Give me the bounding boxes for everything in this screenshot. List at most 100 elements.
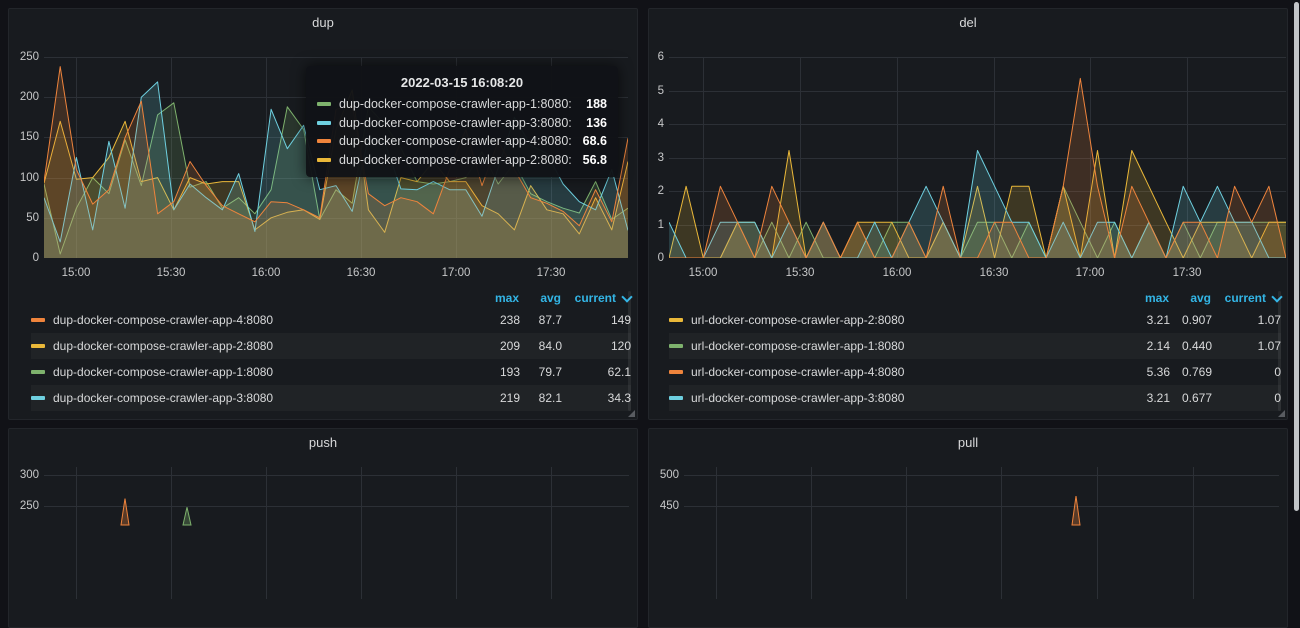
- legend-scrollbar[interactable]: [628, 291, 631, 411]
- y-axis-label: 4: [657, 118, 664, 130]
- x-axis-label: 17:30: [536, 267, 566, 279]
- y-axis-label: 250: [19, 51, 39, 63]
- legend-sort-avg[interactable]: avg: [1169, 291, 1211, 305]
- legend-row: url-docker-compose-crawler-app-1:8080 2.1…: [669, 333, 1281, 359]
- legend-row: dup-docker-compose-crawler-app-1:8080 193…: [31, 359, 631, 385]
- legend-dup: max avg current dup-docker-compose-crawler-…: [9, 289, 633, 411]
- panel-pull: pull 500 450: [648, 428, 1288, 628]
- legend-value-avg: 0.440: [1181, 339, 1212, 353]
- series-swatch-icon[interactable]: [31, 344, 45, 348]
- legend-value-max: 3.21: [1146, 391, 1170, 405]
- x-axis-label: 16:30: [346, 267, 376, 279]
- scrollbar-thumb[interactable]: [1294, 2, 1299, 511]
- panel-resize-handle[interactable]: [1278, 410, 1285, 417]
- legend-row: url-docker-compose-crawler-app-2:8080 3.2…: [669, 307, 1281, 333]
- legend-value-current: 1.07: [1257, 313, 1281, 327]
- panel-push: push 300 250: [8, 428, 638, 628]
- legend-header-row: max avg current: [669, 289, 1283, 307]
- panel-title-dup[interactable]: dup: [9, 9, 637, 37]
- x-axis-label: 16:00: [882, 267, 912, 279]
- legend-value-current: 1.07: [1257, 339, 1281, 353]
- legend-sort-avg[interactable]: avg: [519, 291, 561, 305]
- legend-value-avg: 84.0: [538, 339, 562, 353]
- chart-push[interactable]: [9, 429, 637, 599]
- legend-scrollbar[interactable]: [1278, 291, 1281, 411]
- series-spike-orange: [120, 498, 130, 526]
- series-swatch-icon[interactable]: [31, 396, 45, 400]
- panel-dup: dup 0 50 100 150 200 250 15:00 15:30 16:00 16:30 1…: [8, 8, 638, 420]
- series-swatch-icon[interactable]: [669, 396, 683, 400]
- panel-del: del 0 1 2 3 4 5 6 15:00 15:30 16:00 16:30 17:00 17:3…: [648, 8, 1288, 420]
- chart-del[interactable]: [669, 57, 1286, 258]
- x-axis-label: 15:00: [61, 267, 91, 279]
- series-name[interactable]: url-docker-compose-crawler-app-4:8080: [691, 365, 1112, 379]
- y-axis-label: 150: [19, 131, 39, 143]
- y-axis-label: 300: [19, 469, 39, 481]
- chart-dup[interactable]: [44, 57, 628, 258]
- y-axis-label: 50: [26, 212, 39, 224]
- legend-header-row: max avg current: [31, 289, 633, 307]
- y-axis-label: 500: [659, 469, 679, 481]
- legend-del: max avg current url-docker-compose-crawler-…: [649, 289, 1283, 411]
- x-axis-label: 15:00: [688, 267, 718, 279]
- legend-value-current: 120: [610, 339, 631, 353]
- x-axis-label: 16:00: [251, 267, 281, 279]
- y-axis-label: 0: [657, 252, 664, 264]
- legend-sort-max[interactable]: max: [461, 291, 519, 305]
- legend-value-current: 149: [610, 313, 631, 327]
- series-name[interactable]: dup-docker-compose-crawler-app-3:8080: [53, 391, 462, 405]
- series-swatch-icon[interactable]: [31, 318, 45, 322]
- series-swatch-icon[interactable]: [669, 344, 683, 348]
- series-name[interactable]: dup-docker-compose-crawler-app-1:8080: [53, 365, 462, 379]
- legend-value-current: 0: [1274, 391, 1281, 405]
- legend-value-current: 0: [1274, 365, 1281, 379]
- x-axis-label: 17:30: [1172, 267, 1202, 279]
- y-axis-label: 6: [657, 51, 664, 63]
- legend-sort-current[interactable]: current: [1211, 291, 1266, 305]
- x-axis-label: 16:30: [979, 267, 1009, 279]
- legend-value-max: 238: [499, 313, 520, 327]
- legend-row: dup-docker-compose-crawler-app-3:8080 219…: [31, 385, 631, 411]
- series-name[interactable]: url-docker-compose-crawler-app-2:8080: [691, 313, 1112, 327]
- series-spike-green: [182, 507, 192, 526]
- y-axis-label: 1: [657, 219, 664, 231]
- legend-row: url-docker-compose-crawler-app-4:8080 5.3…: [669, 359, 1281, 385]
- series-swatch-icon[interactable]: [669, 370, 683, 374]
- series-name[interactable]: dup-docker-compose-crawler-app-4:8080: [53, 313, 462, 327]
- series-swatch-icon[interactable]: [669, 318, 683, 322]
- series-name[interactable]: url-docker-compose-crawler-app-1:8080: [691, 339, 1112, 353]
- legend-value-avg: 79.7: [538, 365, 562, 379]
- series-name[interactable]: url-docker-compose-crawler-app-3:8080: [691, 391, 1112, 405]
- legend-row: dup-docker-compose-crawler-app-2:8080 209…: [31, 333, 631, 359]
- legend-sort-current[interactable]: current: [561, 291, 616, 305]
- legend-value-avg: 0.907: [1181, 313, 1212, 327]
- legend-value-max: 193: [499, 365, 520, 379]
- y-axis-label: 200: [19, 91, 39, 103]
- x-axis-label: 15:30: [156, 267, 186, 279]
- y-axis-label: 0: [32, 252, 39, 264]
- legend-value-max: 219: [499, 391, 520, 405]
- legend-value-max: 209: [499, 339, 520, 353]
- series-swatch-icon[interactable]: [31, 370, 45, 374]
- panel-title-del[interactable]: del: [649, 9, 1287, 37]
- legend-sort-max[interactable]: max: [1111, 291, 1169, 305]
- legend-value-max: 5.36: [1146, 365, 1170, 379]
- y-axis-label: 3: [657, 152, 664, 164]
- legend-value-max: 3.21: [1146, 313, 1170, 327]
- y-axis-label: 5: [657, 85, 664, 97]
- series-name[interactable]: dup-docker-compose-crawler-app-2:8080: [53, 339, 462, 353]
- chart-pull[interactable]: [649, 429, 1287, 599]
- x-axis-label: 17:00: [1075, 267, 1105, 279]
- y-axis-label: 2: [657, 185, 664, 197]
- legend-row: dup-docker-compose-crawler-app-4:8080 238…: [31, 307, 631, 333]
- legend-value-avg: 0.677: [1181, 391, 1212, 405]
- x-axis-label: 15:30: [785, 267, 815, 279]
- legend-value-current: 62.1: [607, 365, 631, 379]
- legend-value-current: 34.3: [607, 391, 631, 405]
- legend-value-avg: 82.1: [538, 391, 562, 405]
- legend-value-avg: 0.769: [1181, 365, 1212, 379]
- x-axis-label: 17:00: [441, 267, 471, 279]
- panel-resize-handle[interactable]: [628, 410, 635, 417]
- legend-row: url-docker-compose-crawler-app-3:8080 3.2…: [669, 385, 1281, 411]
- legend-value-max: 2.14: [1146, 339, 1170, 353]
